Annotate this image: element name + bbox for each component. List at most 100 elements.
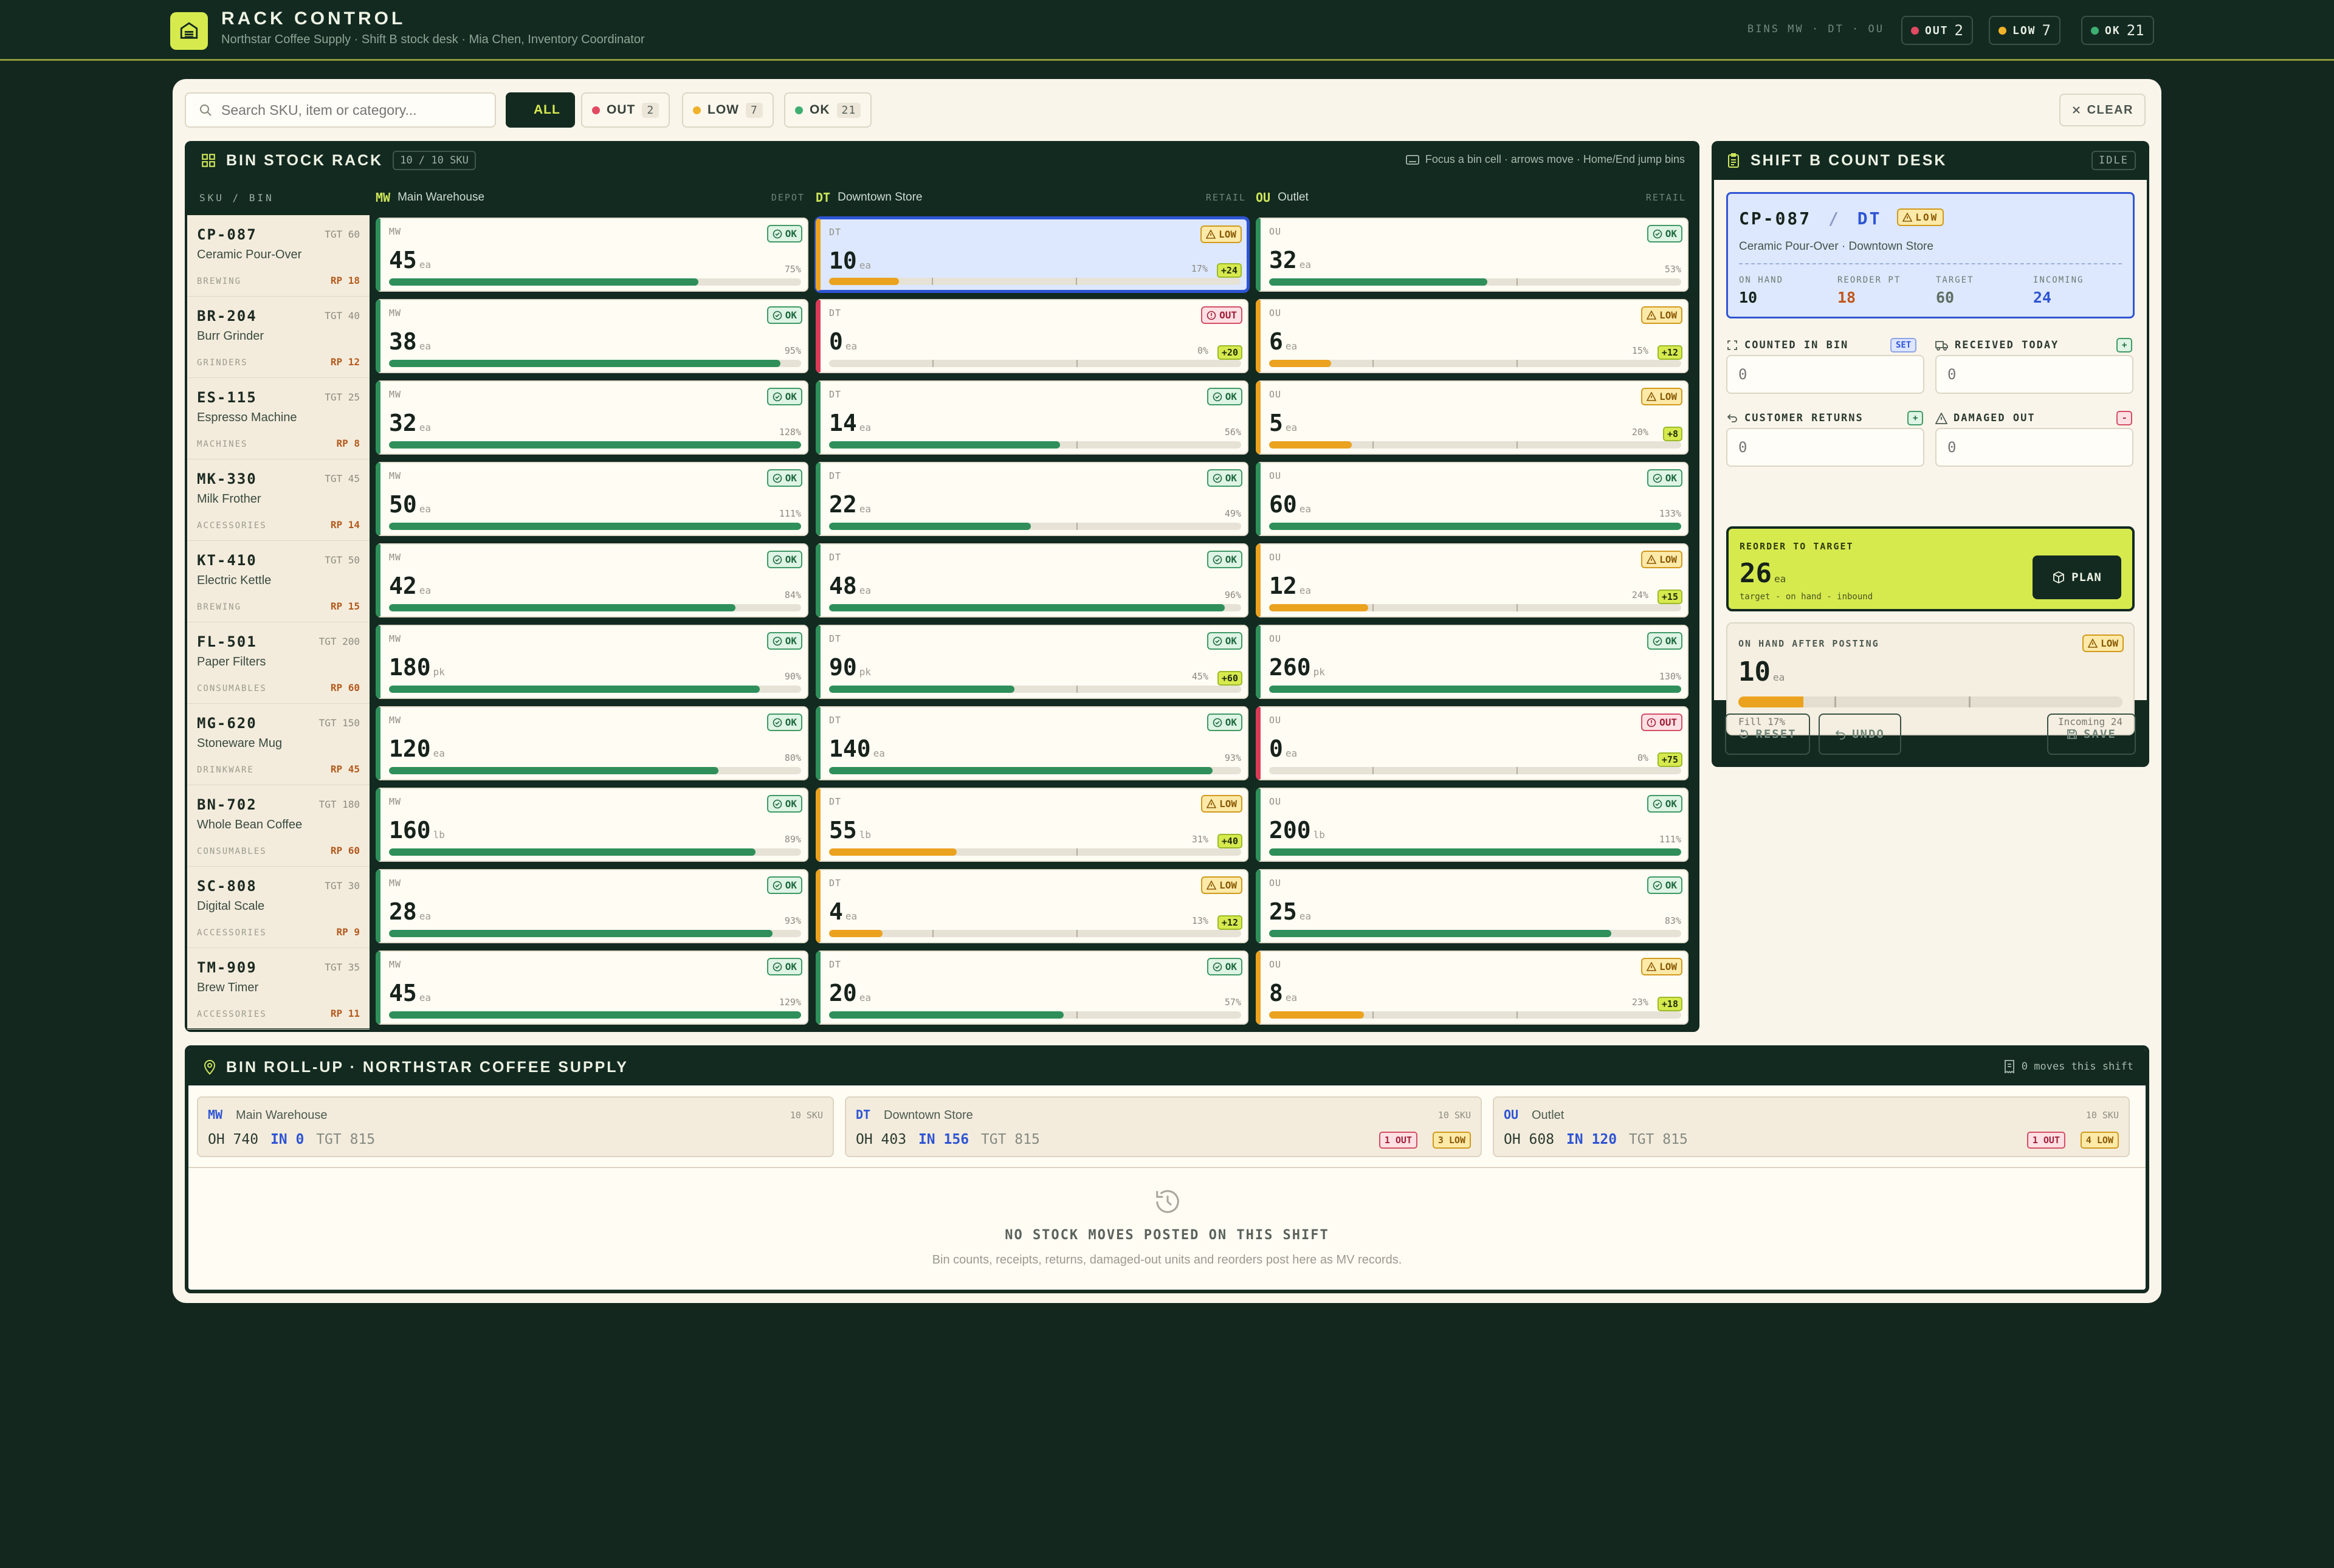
status-text: OK	[1665, 472, 1677, 484]
bin-cell-dt[interactable]: DT 10 ea LOW 17% +24	[816, 218, 1248, 292]
sku-target: TGT 30	[325, 880, 360, 892]
status-text: OK	[785, 635, 797, 647]
sku-row[interactable]: CP-087 TGT 60 Ceramic Pour-Over BREWING RP 1…	[187, 215, 370, 297]
low-count-pill[interactable]: LOW 7	[1989, 16, 2060, 45]
bin-cell-ou[interactable]: OU 60 ea OK 133%	[1256, 462, 1689, 536]
quantity-unit: pk	[1313, 666, 1325, 678]
bin-cell-mw[interactable]: MW 180 pk OK 90%	[376, 625, 808, 699]
ok-count-pill[interactable]: OK 21	[2081, 16, 2154, 45]
bin-cell-mw[interactable]: MW 28 ea OK 93%	[376, 869, 808, 943]
sku-row[interactable]: BN-702 TGT 180 Whole Bean Coffee CONSUMABLE…	[187, 785, 370, 867]
bin-cell-ou[interactable]: OU 260 pk OK 130%	[1256, 625, 1689, 699]
bin-cell-mw[interactable]: MW 120 ea OK 80%	[376, 706, 808, 780]
quantity-unit: ea	[873, 748, 885, 759]
rollup-card-dt[interactable]: DT Downtown Store 10 SKU OH 403 IN 156 TGT …	[845, 1096, 1482, 1157]
cell-quantity: 14 ea	[829, 410, 871, 436]
counted-input[interactable]	[1726, 355, 1924, 394]
sku-row[interactable]: SC-808 TGT 30 Digital Scale ACCESSORIES RP 9	[187, 867, 370, 948]
fill-percent: 93%	[784, 915, 801, 926]
sku-column: CP-087 TGT 60 Ceramic Pour-Over BREWING RP 1…	[187, 215, 370, 1030]
sku-row[interactable]: ES-115 TGT 25 Espresso Machine MACHINES RP 8	[187, 378, 370, 459]
bin-cell-ou[interactable]: OU 200 lb OK 111%	[1256, 788, 1689, 862]
bin-cell-mw[interactable]: MW 160 lb OK 89%	[376, 788, 808, 862]
bin-cell-dt[interactable]: DT 90 pk OK 45% +60	[816, 625, 1248, 699]
bin-cell-dt[interactable]: DT 0 ea OUT 0% +20	[816, 299, 1248, 373]
bin-cell-ou[interactable]: OU 8 ea LOW 23% +18	[1256, 951, 1689, 1025]
reset-button[interactable]: RESET	[1725, 714, 1810, 755]
bin-cell-mw[interactable]: MW 50 ea OK 111%	[376, 462, 808, 536]
tick	[1516, 360, 1518, 367]
bin-cell-mw[interactable]: MW 42 ea OK 84%	[376, 543, 808, 617]
check-circle-icon	[1213, 718, 1222, 727]
bin-cell-mw[interactable]: MW 32 ea OK 128%	[376, 380, 808, 455]
bin-cell-dt[interactable]: DT 22 ea OK 49%	[816, 462, 1248, 536]
status-badge: OK	[1647, 795, 1682, 813]
bin-cell-ou[interactable]: OU 12 ea LOW 24% +15	[1256, 543, 1689, 617]
sku-row[interactable]: BR-204 TGT 40 Burr Grinder GRINDERS RP 12	[187, 297, 370, 378]
bin-cell-dt[interactable]: DT 140 ea OK 93%	[816, 706, 1248, 780]
label-text: COUNTED IN BIN	[1744, 339, 1849, 351]
fill-level	[829, 686, 1015, 693]
sku-row[interactable]: FL-501 TGT 200 Paper Filters CONSUMABLES RP …	[187, 622, 370, 704]
rollup-card-ou[interactable]: OU Outlet 10 SKU OH 608 IN 120 TGT 815 4 LOW…	[1493, 1096, 2130, 1157]
bin-cell-dt[interactable]: DT 20 ea OK 57%	[816, 951, 1248, 1025]
filter-ok-button[interactable]: OK 21	[784, 92, 872, 128]
bin-cell-ou[interactable]: OU 0 ea OUT 0% +75	[1256, 706, 1689, 780]
quantity-unit: ea	[845, 910, 858, 922]
sku-row[interactable]: MK-330 TGT 45 Milk Frother ACCESSORIES RP 14	[187, 459, 370, 541]
bin-cell-dt[interactable]: DT 48 ea OK 96%	[816, 543, 1248, 617]
incoming-badge: +12	[1657, 345, 1682, 360]
bin-header-ou[interactable]: OU Outlet RETAIL	[1256, 180, 1695, 215]
receipt-icon	[2004, 1060, 2014, 1073]
check-circle-icon	[773, 718, 782, 727]
app-title: RACK CONTROL	[221, 9, 406, 29]
undo-button[interactable]: UNDO	[1819, 714, 1901, 755]
fill-percent: 75%	[784, 264, 801, 275]
returns-input[interactable]	[1726, 428, 1924, 467]
sku-row[interactable]: KT-410 TGT 50 Electric Kettle BREWING RP 15	[187, 541, 370, 622]
rollup-bin-name: Downtown Store	[884, 1109, 973, 1122]
sku-target: TGT 35	[325, 961, 360, 973]
tick	[1516, 278, 1518, 286]
ok-dot-icon	[2091, 26, 2099, 35]
out-count-pill[interactable]: OUT 2	[1901, 16, 1973, 45]
plan-button[interactable]: PLAN	[2033, 555, 2121, 599]
bin-cell-mw[interactable]: MW 45 ea OK 75%	[376, 218, 808, 292]
search-input[interactable]	[221, 101, 464, 119]
bin-cell-ou[interactable]: OU 6 ea LOW 15% +12	[1256, 299, 1689, 373]
search-box[interactable]	[185, 92, 496, 128]
cell-bin-code: OU	[1269, 552, 1282, 563]
bin-cell-mw[interactable]: MW 38 ea OK 95%	[376, 299, 808, 373]
alert-circle-icon	[1207, 311, 1216, 320]
bin-cell-dt[interactable]: DT 14 ea OK 56%	[816, 380, 1248, 455]
save-button[interactable]: SAVE	[2047, 714, 2136, 755]
received-input[interactable]	[1935, 355, 2133, 394]
sku-row[interactable]: TM-909 TGT 35 Brew Timer ACCESSORIES RP 11	[187, 948, 370, 1030]
filter-low-button[interactable]: LOW 7	[682, 92, 774, 128]
selected-cell-card: CP-087 / DT LOW Ceramic Pour-Over · Down…	[1726, 192, 2135, 318]
separator: /	[1828, 208, 1840, 229]
bin-cell-ou[interactable]: OU 25 ea OK 83%	[1256, 869, 1689, 943]
sku-reorder-point: RP 9	[336, 926, 360, 938]
sku-row[interactable]: MG-620 TGT 150 Stoneware Mug DRINKWARE RP 45	[187, 704, 370, 785]
fill-bar	[389, 441, 801, 449]
bin-cell-mw[interactable]: MW 45 ea OK 129%	[376, 951, 808, 1025]
check-circle-icon	[773, 881, 782, 890]
cell-bin-code: OU	[1269, 715, 1282, 726]
fill-bar	[829, 686, 1241, 693]
bin-cell-ou[interactable]: OU 32 ea OK 53%	[1256, 218, 1689, 292]
bin-header-mw[interactable]: MW Main Warehouse DEPOT	[376, 180, 813, 215]
bin-header-dt[interactable]: DT Downtown Store RETAIL	[816, 180, 1255, 215]
after-number: 10	[1738, 656, 1771, 687]
filter-out-button[interactable]: OUT 2	[581, 92, 670, 128]
damaged-input[interactable]	[1935, 428, 2133, 467]
clear-button[interactable]: CLEAR	[2059, 94, 2146, 126]
quantity-unit: ea	[859, 992, 872, 1003]
bin-cell-ou[interactable]: OU 5 ea LOW 20% +8	[1256, 380, 1689, 455]
quantity-value: 28	[389, 898, 417, 925]
bin-cell-dt[interactable]: DT 4 ea LOW 13% +12	[816, 869, 1248, 943]
rollup-card-mw[interactable]: MW Main Warehouse 10 SKU OH 740 IN 0 TGT 81…	[197, 1096, 834, 1157]
filter-all-button[interactable]: ALL	[506, 92, 575, 128]
fill-percent: 45%	[1191, 671, 1208, 682]
bin-cell-dt[interactable]: DT 55 lb LOW 31% +40	[816, 788, 1248, 862]
